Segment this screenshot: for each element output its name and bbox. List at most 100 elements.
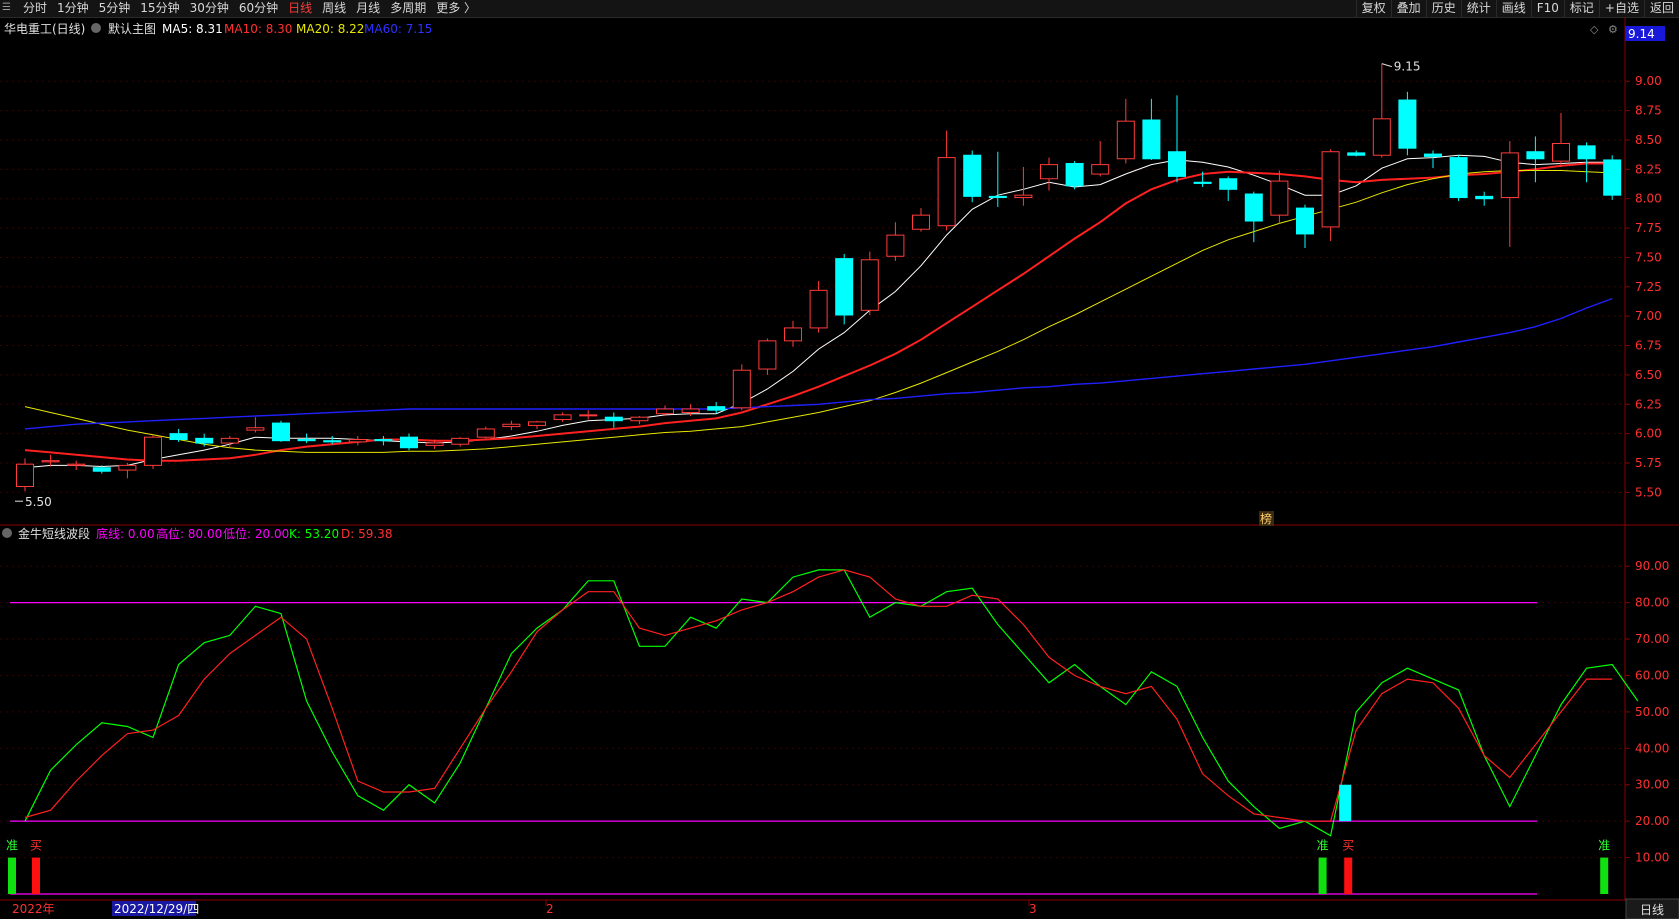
candle-body	[1577, 145, 1596, 160]
candle	[1244, 191, 1263, 243]
candle	[553, 412, 572, 422]
candlestick-series	[16, 63, 1622, 492]
rank-badge[interactable]: 榜	[1260, 511, 1272, 526]
candle-body	[553, 414, 572, 421]
ready-signal-bar	[1600, 857, 1609, 894]
candle-body	[67, 463, 86, 466]
candle-body	[860, 259, 879, 311]
candle-body	[1296, 207, 1314, 235]
candle	[1526, 136, 1545, 183]
candle	[348, 435, 367, 446]
candle-body	[348, 439, 367, 443]
price-tick-label: 6.25	[1635, 397, 1662, 411]
candle	[1065, 161, 1084, 190]
candle	[41, 454, 60, 467]
d-value-label: D: 59.38	[341, 527, 392, 541]
candle-body	[988, 195, 1007, 199]
crosshair-date: 2022/12/29/四	[114, 902, 199, 916]
candle	[451, 437, 470, 447]
candle-body	[1193, 181, 1212, 184]
price-tick-label: 6.50	[1635, 368, 1662, 382]
buy-signal-label: 买	[30, 839, 42, 853]
candle	[707, 401, 726, 414]
candle-body	[1500, 152, 1519, 199]
candle-body	[1372, 118, 1391, 156]
candle-body	[809, 289, 828, 329]
candle-body	[1014, 194, 1033, 199]
candle	[912, 208, 930, 232]
candle-body	[297, 439, 316, 442]
diamond-icon[interactable]: ◇	[1590, 23, 1599, 36]
template-label[interactable]: 默认主图	[108, 21, 156, 36]
collapse-icon-ind[interactable]	[2, 528, 12, 538]
period-tab[interactable]: 日线	[1640, 903, 1664, 917]
candle	[1040, 157, 1058, 191]
price-tick-label: 7.00	[1635, 309, 1662, 323]
candle	[1449, 155, 1468, 202]
signal-bars: 准买准买准	[6, 784, 1610, 894]
candle	[169, 428, 188, 442]
ma60-label: MA60: 7.15	[364, 22, 432, 36]
candle-body	[16, 463, 34, 488]
price-tick-label: 5.50	[1635, 485, 1662, 499]
candle-body	[272, 422, 290, 442]
candle	[963, 150, 982, 203]
candle-body	[784, 327, 802, 342]
candle	[604, 412, 623, 428]
candle-body	[707, 406, 726, 411]
candle	[272, 420, 290, 442]
price-tick-label: 8.00	[1635, 192, 1662, 206]
candle-body	[1449, 157, 1468, 199]
price-tick-label: 8.50	[1635, 133, 1662, 147]
stock-chart[interactable]: 准买准买准 5.505.756.006.256.506.757.007.257.…	[0, 0, 1679, 919]
candle-body	[1168, 151, 1186, 177]
bottom-line-label: 底线: 0.00	[96, 526, 155, 541]
candle-body	[118, 464, 137, 471]
candle-body	[1526, 151, 1545, 160]
low-line-label: 低位: 20.00	[223, 526, 289, 541]
candle	[67, 460, 86, 471]
buy-signal-bar	[1344, 857, 1353, 894]
candle-body	[886, 234, 905, 257]
kd-lines	[24, 569, 1639, 837]
candle-body	[1116, 120, 1135, 160]
ready-signal-label: 准	[6, 839, 18, 853]
candle-body	[681, 408, 700, 414]
indicator-grid	[0, 565, 1625, 895]
ind-tick-label: 50.00	[1635, 705, 1669, 719]
candle	[246, 417, 265, 433]
candle-body	[1270, 180, 1289, 216]
candle	[1475, 191, 1494, 206]
current-price-text: 9.14	[1628, 27, 1655, 41]
candle-body	[1424, 153, 1442, 157]
candle-body	[1398, 99, 1417, 149]
ready-signal-label: 准	[1598, 839, 1610, 853]
candle	[144, 434, 162, 469]
ready-signal-bar	[1318, 857, 1327, 894]
high-pointer	[1381, 63, 1392, 68]
ready-signal-label: 准	[1317, 839, 1329, 853]
candle	[758, 338, 777, 375]
candle	[579, 410, 598, 420]
ind-tick-label: 70.00	[1635, 632, 1669, 646]
ind-tick-label: 60.00	[1635, 668, 1669, 682]
candle	[1270, 170, 1289, 224]
candle	[118, 463, 137, 479]
candle	[528, 420, 546, 429]
main-grid	[0, 17, 1679, 901]
candle	[1116, 98, 1135, 164]
high-line-label: 高位: 80.00	[156, 526, 222, 541]
candle-body	[758, 340, 777, 370]
candle	[1142, 98, 1161, 160]
collapse-icon[interactable]	[91, 23, 101, 33]
ma5-label: MA5: 8.31	[162, 22, 223, 36]
price-tick-label: 7.25	[1635, 280, 1662, 294]
candle-body	[1475, 195, 1494, 200]
settings-icon[interactable]: ⚙	[1608, 23, 1618, 36]
candle	[835, 253, 854, 325]
candle	[732, 364, 751, 411]
candle-body	[1142, 119, 1161, 160]
candle	[476, 426, 495, 439]
buy-signal-bar	[32, 857, 40, 894]
price-tick-label: 9.00	[1635, 74, 1662, 88]
